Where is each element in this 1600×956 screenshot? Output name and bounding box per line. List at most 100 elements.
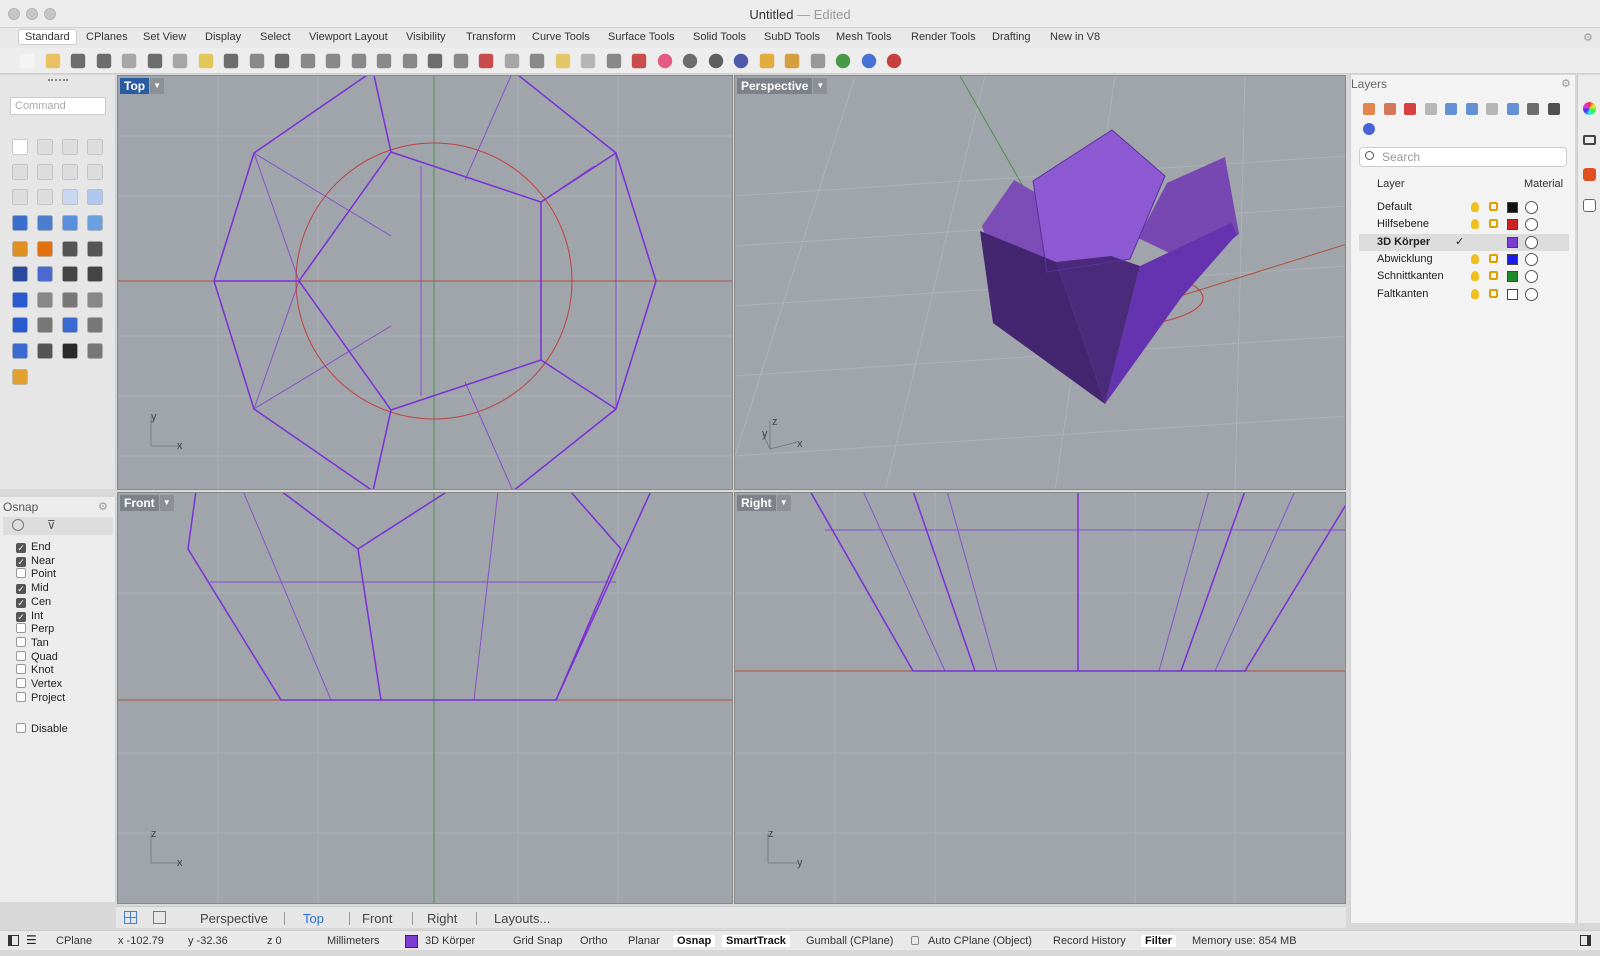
osnap-cen-checkbox[interactable]: ✓ Cen	[16, 596, 51, 608]
checkbox-icon[interactable]	[16, 650, 26, 661]
gear-icon[interactable]	[784, 53, 800, 69]
lock-icon[interactable]	[1489, 271, 1498, 281]
osnap-int-checkbox[interactable]: ✓ Int	[16, 610, 43, 622]
tool-0-1-icon[interactable]	[37, 139, 53, 155]
circle-dot-icon[interactable]	[504, 53, 519, 69]
viewport-name[interactable]: Top	[120, 78, 150, 94]
viewport-menu-icon[interactable]: ▼	[159, 495, 174, 511]
checkbox-icon[interactable]: ✓	[16, 584, 26, 595]
auto-cplane-toggle[interactable]: Auto CPlane (Object)	[928, 935, 1032, 947]
viewport-title-right[interactable]: Right ▼	[737, 495, 791, 511]
paste-icon[interactable]	[198, 53, 213, 69]
layer-row[interactable]: Default	[1359, 199, 1569, 216]
tool-5-3-icon[interactable]	[87, 266, 103, 282]
tab-surface-tools[interactable]: Surface Tools	[608, 31, 674, 43]
tab-display[interactable]: Display	[205, 31, 241, 43]
layer-material-icon[interactable]	[1525, 270, 1538, 284]
tab-solid-tools[interactable]: Solid Tools	[693, 31, 746, 43]
grid-snap-toggle[interactable]: Grid Snap	[513, 935, 563, 947]
layer-name[interactable]: Schnittkanten	[1377, 270, 1444, 282]
bulb-icon[interactable]	[555, 53, 570, 69]
four-viewports-icon[interactable]	[124, 911, 137, 924]
tool-1-0-icon[interactable]	[12, 164, 28, 180]
viewport-tab-right[interactable]: Right	[427, 911, 457, 926]
layer-material-icon[interactable]	[1525, 218, 1538, 232]
viewport-title-perspective[interactable]: Perspective ▼	[737, 78, 828, 94]
tab-render-tools[interactable]: Render Tools	[911, 31, 976, 43]
snap-icon[interactable]	[529, 53, 545, 69]
smarttrack-toggle[interactable]: SmartTrack	[722, 935, 790, 947]
viewport-right[interactable]: z y Right ▼	[734, 492, 1346, 904]
zoom-window-icon[interactable]	[325, 53, 341, 69]
zoom-icon[interactable]	[300, 53, 315, 69]
visibility-bulb-icon[interactable]	[1471, 271, 1479, 282]
viewport-tab-top[interactable]: Top	[303, 911, 324, 926]
copy-icon[interactable]	[172, 53, 188, 69]
tab-subd-tools[interactable]: SubD Tools	[764, 31, 820, 43]
osnap-near-checkbox[interactable]: ✓ Near	[16, 555, 55, 567]
checkbox-icon[interactable]	[16, 623, 26, 634]
tool-6-1-icon[interactable]	[37, 292, 53, 308]
checkbox-icon[interactable]: ✓	[16, 611, 26, 622]
cplane-label[interactable]: CPlane	[56, 935, 92, 947]
tool-0-2-icon[interactable]	[62, 139, 78, 155]
cplane-icon[interactable]	[478, 53, 494, 69]
osnap-mid-checkbox[interactable]: ✓ Mid	[16, 582, 49, 595]
globe-icon[interactable]	[835, 53, 851, 69]
new-icon[interactable]	[19, 53, 35, 69]
single-viewport-icon[interactable]	[153, 911, 166, 924]
osnap-toggle[interactable]: Osnap	[673, 935, 716, 947]
viewport-tab-perspective[interactable]: Perspective	[200, 911, 268, 926]
osnap-project-checkbox[interactable]: Project	[16, 691, 65, 704]
visibility-bulb-icon[interactable]	[1471, 202, 1479, 212]
print-icon[interactable]	[96, 53, 111, 69]
lock-icon[interactable]	[1489, 288, 1498, 298]
layer-row[interactable]: 3D Körper ✓	[1359, 233, 1569, 251]
car-icon[interactable]	[453, 53, 468, 69]
tool-1-3-icon[interactable]	[87, 164, 103, 180]
layer-row[interactable]: Faltkanten	[1359, 286, 1569, 303]
new-layer-icon[interactable]	[1363, 103, 1375, 115]
osnap-quad-checkbox[interactable]: Quad	[16, 650, 58, 663]
layer-material-icon[interactable]	[1525, 252, 1538, 266]
tool-6-2-icon[interactable]	[62, 292, 78, 308]
layer-row[interactable]: Hilfsebene	[1359, 216, 1569, 233]
tool-2-3-icon[interactable]	[87, 189, 103, 205]
cancel-icon[interactable]	[886, 53, 902, 69]
rotate-view-icon[interactable]	[402, 53, 417, 69]
move-icon[interactable]	[274, 53, 290, 69]
help-icon[interactable]	[861, 53, 876, 69]
checkbox-icon[interactable]	[16, 678, 26, 688]
tool-6-3-icon[interactable]	[87, 292, 103, 308]
tool-4-1-icon[interactable]	[37, 241, 53, 257]
tool-0-3-icon[interactable]	[87, 139, 103, 155]
undo-icon[interactable]	[223, 53, 239, 69]
tab-select[interactable]: Select	[260, 31, 291, 43]
tool-2-1-icon[interactable]	[37, 189, 53, 205]
layer-search-input[interactable]: Search	[1359, 147, 1567, 167]
tab-transform[interactable]: Transform	[466, 31, 516, 43]
layer-name[interactable]: Abwicklung	[1377, 253, 1433, 265]
ortho-toggle[interactable]: Ortho	[580, 935, 608, 947]
viewport-menu-icon[interactable]: ▼	[776, 495, 791, 511]
viewport-name[interactable]: Perspective	[737, 78, 813, 94]
tool-7-3-icon[interactable]	[87, 317, 103, 333]
move-up-icon[interactable]	[1445, 103, 1457, 115]
visibility-bulb-icon[interactable]	[1471, 288, 1479, 299]
material-column-header[interactable]: Material	[1524, 178, 1563, 190]
save-icon[interactable]	[70, 53, 86, 69]
tool-5-0-icon[interactable]	[12, 266, 28, 282]
tool-8-2-icon[interactable]	[62, 343, 78, 359]
layers-settings-icon[interactable]: ⚙	[1561, 77, 1571, 90]
layer-row[interactable]: Abwicklung	[1359, 251, 1569, 268]
tool-2-2-icon[interactable]	[62, 189, 78, 205]
sphere-wire-icon[interactable]	[708, 53, 723, 69]
viewport-top[interactable]: y x Top ▼	[117, 75, 733, 490]
filter-tab-icon[interactable]: ⊽	[47, 518, 56, 532]
layer-material-icon[interactable]	[1525, 287, 1538, 301]
tool-7-2-icon[interactable]	[62, 317, 78, 333]
tab-viewport-layout[interactable]: Viewport Layout	[309, 31, 388, 43]
viewport-name[interactable]: Right	[737, 495, 776, 511]
osnap-point-checkbox[interactable]: Point	[16, 568, 56, 580]
pointer-yellow-icon[interactable]	[759, 53, 774, 69]
